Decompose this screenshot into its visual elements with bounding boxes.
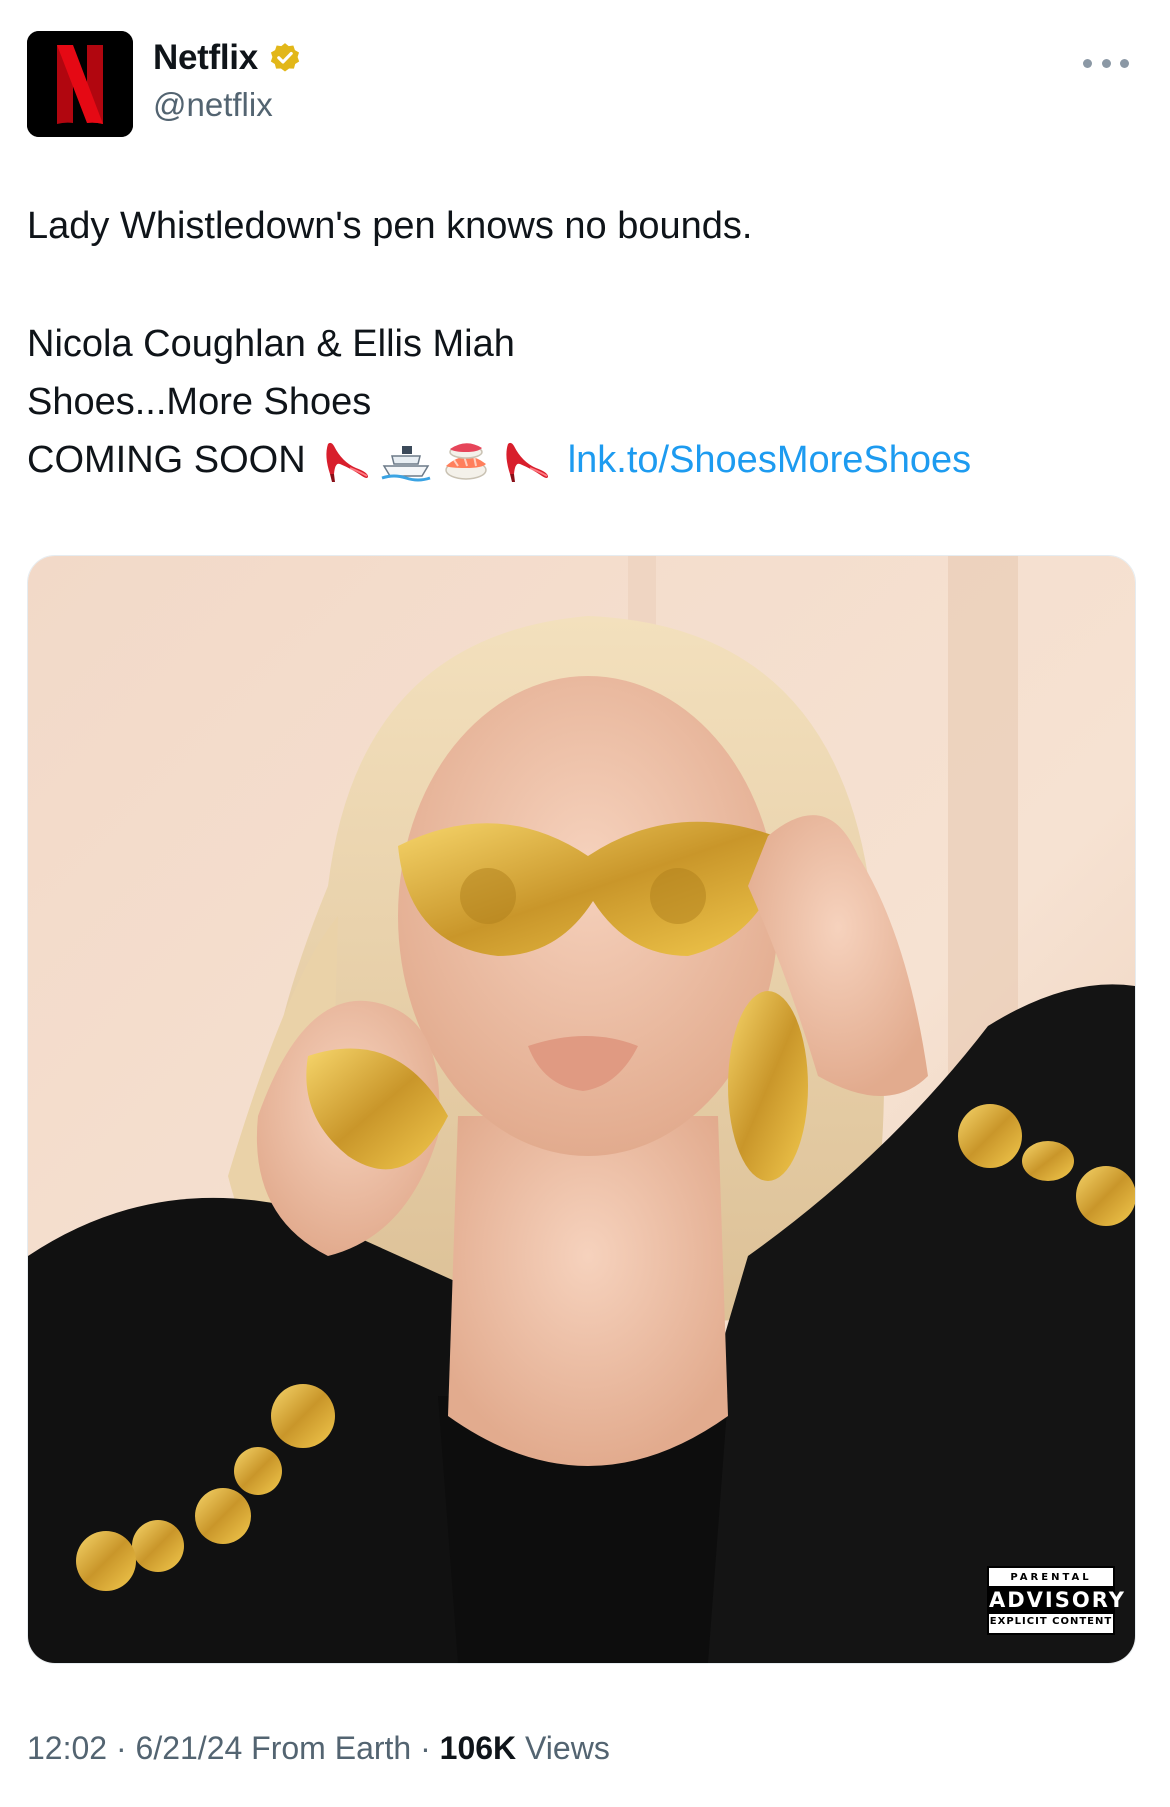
- tweet-time[interactable]: 12:02: [27, 1730, 107, 1766]
- high-heel-icon: [506, 442, 548, 482]
- dot-icon: [1083, 58, 1092, 68]
- verified-badge-icon: [270, 43, 300, 72]
- tweet-link[interactable]: lnk.to/ShoesMoreShoes: [568, 431, 971, 489]
- tweet-media-image[interactable]: PARENTAL ADVISORY EXPLICIT CONTENT: [27, 555, 1136, 1664]
- netflix-logo: [27, 31, 133, 137]
- sushi-icon: [444, 443, 487, 480]
- tweet-line: Shoes...More Shoes: [27, 381, 372, 423]
- author-handle[interactable]: @netflix: [153, 86, 273, 124]
- tweet-text: Lady Whistledown's pen knows no bounds. …: [27, 197, 1137, 489]
- separator-dot: ·: [420, 1730, 440, 1766]
- ship-icon: [381, 446, 431, 482]
- tweet-line: Nicola Coughlan & Ellis Miah: [27, 323, 515, 365]
- tweet-meta: 12:02 · 6/21/24 From Earth · 106K Views: [27, 1730, 610, 1767]
- avatar[interactable]: [27, 31, 133, 137]
- author-name-row[interactable]: Netflix: [153, 38, 302, 78]
- views-count[interactable]: 106K: [440, 1730, 517, 1766]
- display-name[interactable]: Netflix: [153, 38, 258, 78]
- tweet-date[interactable]: 6/21/24: [136, 1730, 243, 1766]
- more-options-icon[interactable]: [1083, 48, 1129, 78]
- views-label: Views: [525, 1730, 610, 1766]
- tweet-location: From Earth: [251, 1730, 412, 1766]
- emoji-group: [320, 434, 552, 486]
- tweet-line-coming-soon: COMING SOON lnk.to/ShoesMoreShoes: [27, 431, 1137, 489]
- advisory-top-text: PARENTAL: [1010, 1572, 1092, 1583]
- advisory-bottom-text: EXPLICIT CONTENT: [989, 1616, 1113, 1627]
- separator-dot: ·: [115, 1730, 136, 1766]
- parental-advisory-label: PARENTAL ADVISORY EXPLICIT CONTENT: [987, 1566, 1126, 1635]
- advisory-mid-text: ADVISORY: [989, 1586, 1126, 1614]
- dot-icon: [1101, 58, 1111, 68]
- tweet-line: COMING SOON: [27, 439, 306, 481]
- dot-icon: [1120, 58, 1129, 68]
- high-heel-icon: [326, 442, 368, 482]
- tweet-line: Lady Whistledown's pen knows no bounds.: [27, 205, 753, 247]
- album-cover-image: [28, 556, 1135, 1663]
